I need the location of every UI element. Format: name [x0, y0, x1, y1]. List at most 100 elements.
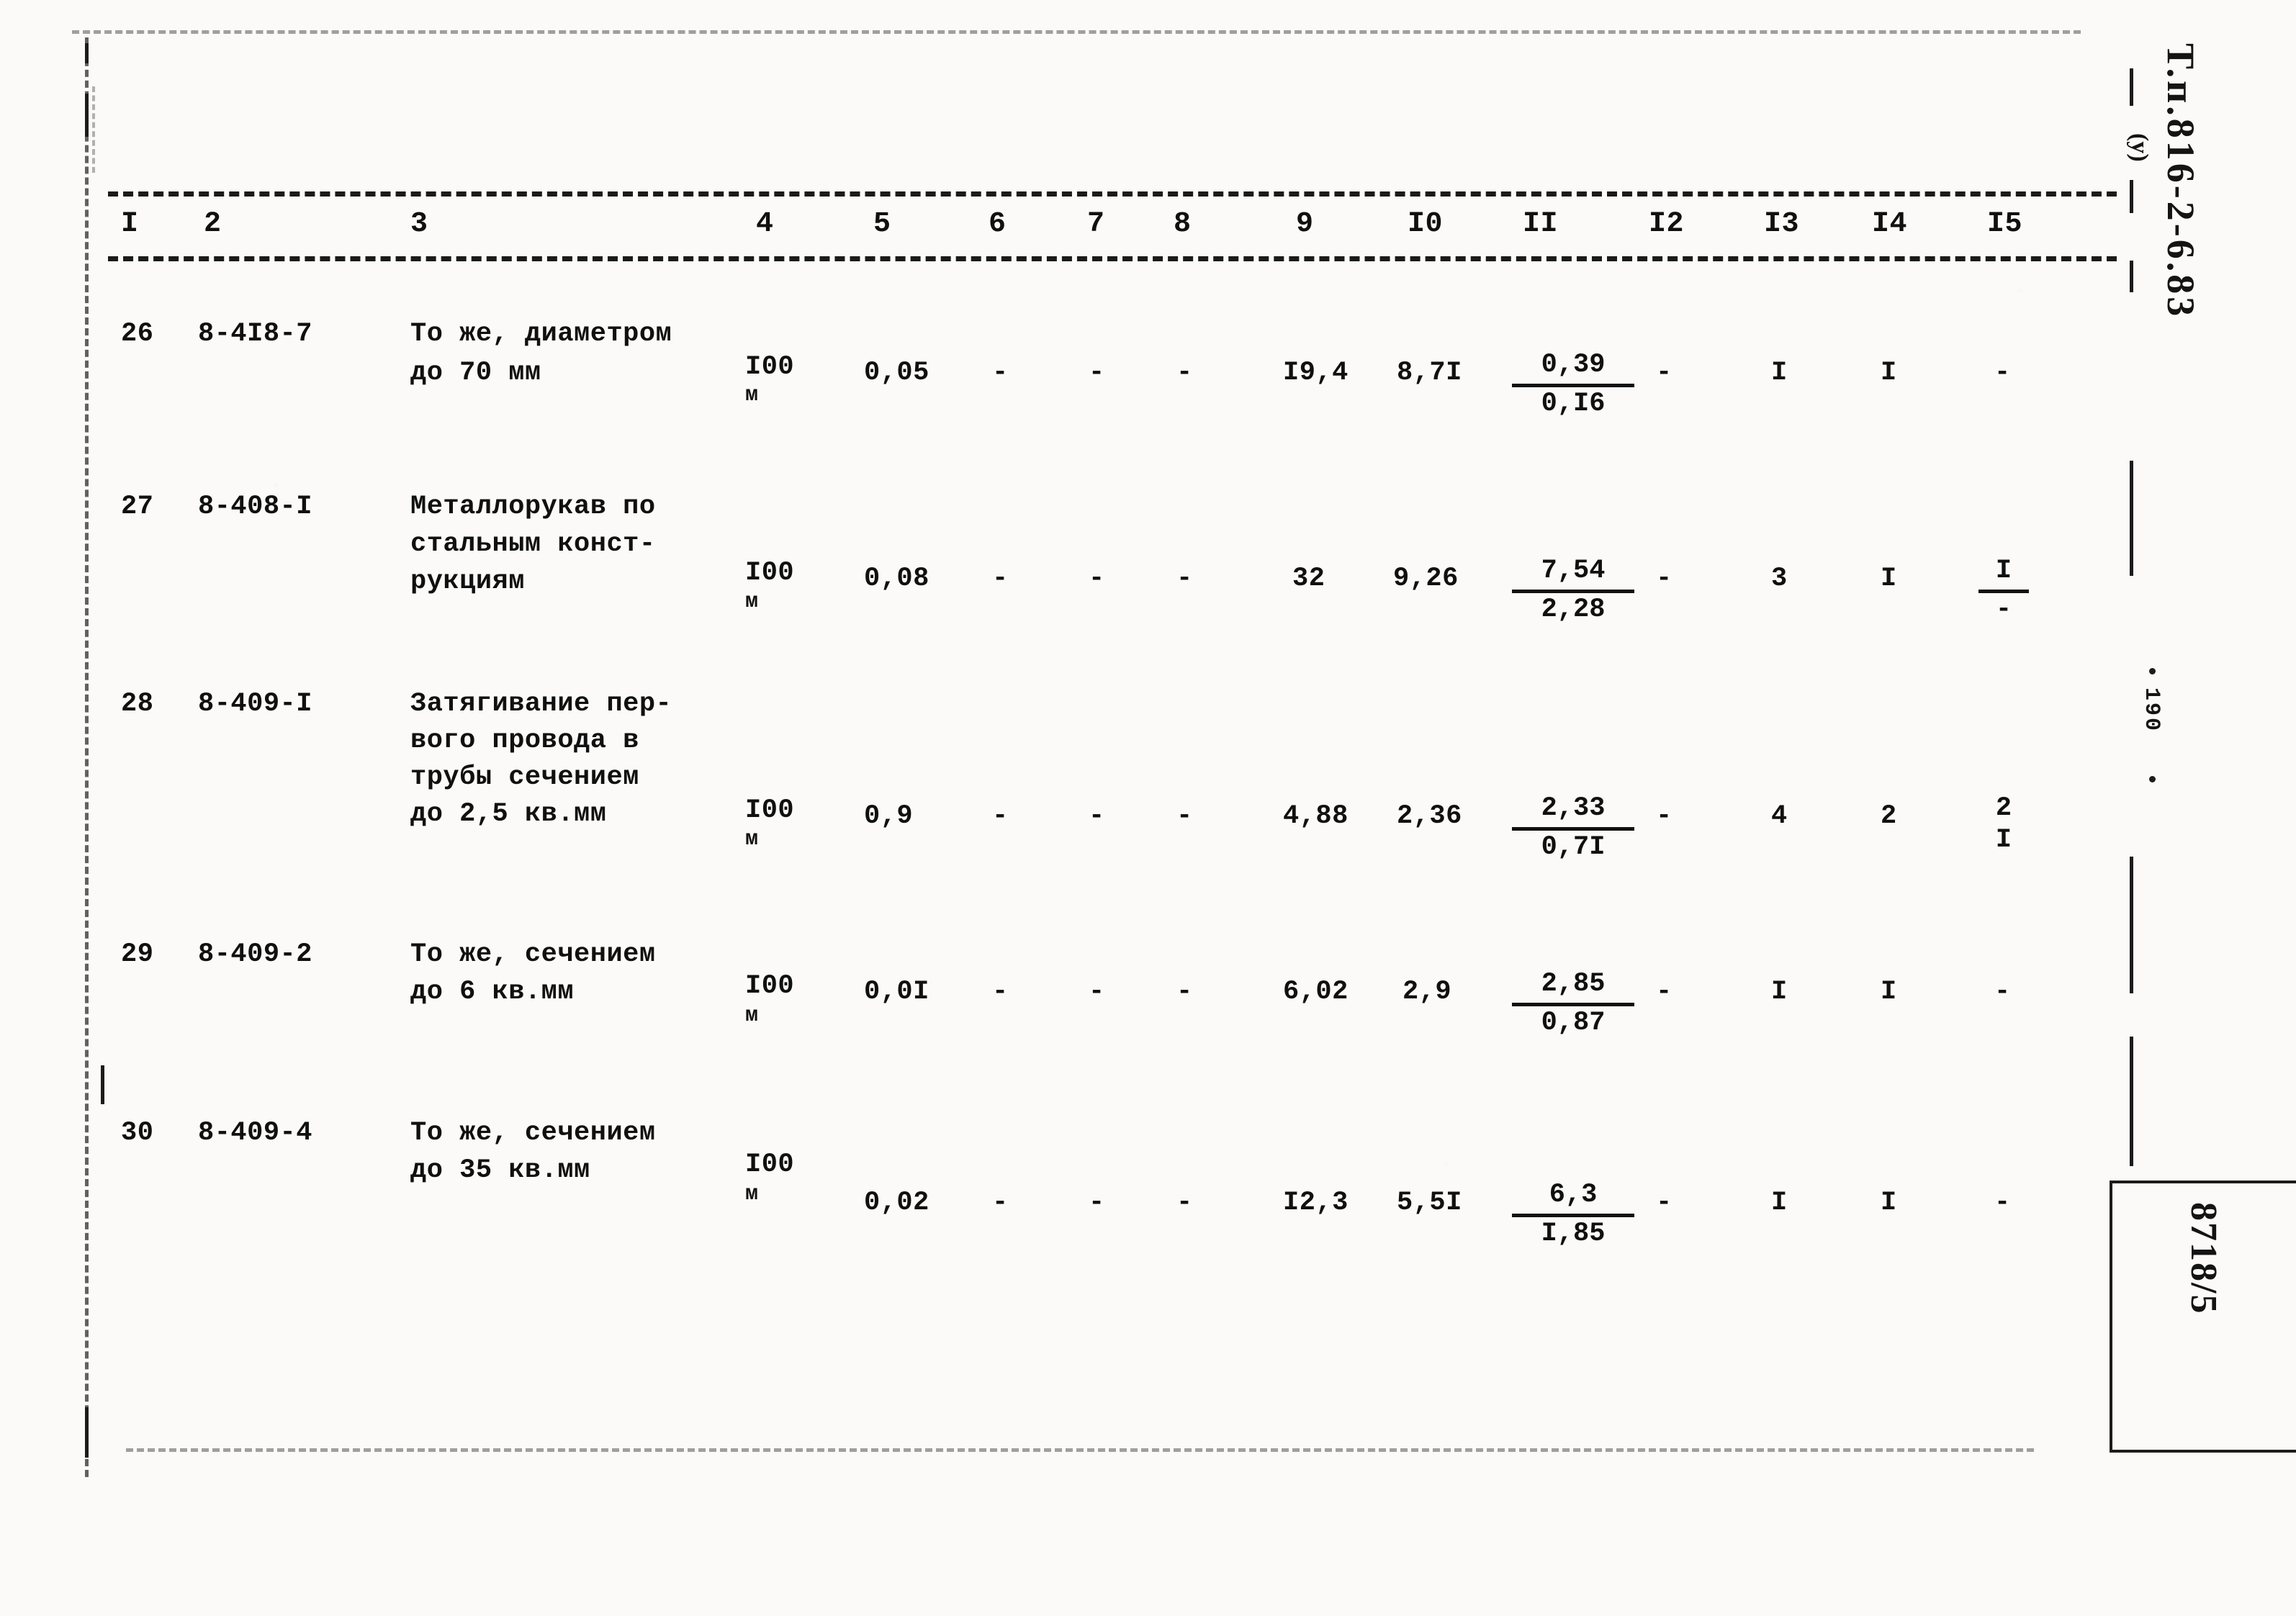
row-unit-line: м — [745, 383, 759, 407]
column-header-12: I2 — [1649, 208, 1685, 240]
row-value-c11-fraction: 2,85 0,87 — [1512, 969, 1634, 1039]
bottom-rule — [126, 1448, 2034, 1452]
row-description-line: до 2,5 кв.мм — [410, 799, 607, 829]
fraction-numerator: 2 — [1995, 793, 2012, 823]
row-value-c14: 2 — [1881, 801, 1897, 831]
row-code: 8-409-2 — [198, 939, 312, 970]
row-value-c15: - — [1994, 358, 2011, 388]
row-value-c10: 8,7I — [1397, 358, 1462, 388]
fraction-bar — [1978, 589, 2029, 593]
left-edge-dash — [101, 1065, 104, 1104]
margin-tick — [2130, 857, 2133, 993]
row-description-line: трубы сечением — [410, 762, 639, 793]
left-border-rule — [85, 37, 89, 1477]
left-edge-dash — [85, 1407, 89, 1458]
row-unit-line: м — [745, 1182, 759, 1206]
row-value-c11-fraction: 2,33 0,7I — [1512, 793, 1634, 863]
row-unit-line: I00 — [745, 971, 795, 1001]
row-value-c15-fraction: 2 I — [1978, 793, 2029, 856]
row-value-c5: 0,05 — [864, 358, 929, 388]
row-value-c15: - — [1994, 977, 2011, 1007]
row-value-c10: 2,9 — [1403, 977, 1452, 1007]
top-edge-rule — [72, 30, 2081, 34]
row-value-c13: I — [1771, 977, 1788, 1007]
page-number-dot — [2149, 776, 2156, 782]
row-description-line: Затягивание пер- — [410, 689, 672, 719]
row-code: 8-4I8-7 — [198, 319, 312, 349]
page-number-dot — [2149, 668, 2156, 674]
row-value-c6: - — [992, 564, 1009, 594]
margin-doc-number: 8718/5 — [2183, 1202, 2224, 1315]
row-value-c6: - — [992, 358, 1009, 388]
row-description-line: до 35 кв.мм — [410, 1155, 590, 1186]
row-value-c8: - — [1176, 358, 1193, 388]
row-value-c13: I — [1771, 358, 1788, 388]
fraction-numerator: 0,39 — [1541, 350, 1606, 380]
row-value-c10: 9,26 — [1393, 564, 1459, 594]
row-unit-line: м — [745, 590, 759, 614]
left-outer-rule — [92, 86, 95, 173]
margin-project-code: Т.п.816-2-6.83 — [2159, 43, 2202, 320]
row-value-c5: 0,08 — [864, 564, 929, 594]
row-value-c10: 2,36 — [1397, 801, 1462, 831]
fraction-denominator: 0,87 — [1541, 1007, 1606, 1038]
row-value-c14: I — [1881, 564, 1897, 594]
row-value-c7: - — [1089, 801, 1105, 831]
row-value-c5: 0,02 — [864, 1188, 929, 1218]
fraction-bar — [1512, 826, 1634, 831]
row-value-c9: 4,88 — [1283, 801, 1349, 831]
row-description-line: до 6 кв.мм — [410, 977, 575, 1007]
row-value-c9: 32 — [1292, 564, 1325, 594]
row-value-c13: 4 — [1771, 801, 1788, 831]
row-description-line: вого провода в — [410, 726, 639, 756]
fraction-bar — [1512, 383, 1634, 387]
row-code: 8-408-I — [198, 492, 312, 522]
row-value-c7: - — [1089, 564, 1105, 594]
row-value-c11-fraction: 7,54 2,28 — [1512, 556, 1634, 626]
fraction-denominator: I,85 — [1541, 1218, 1606, 1249]
fraction-denominator: - — [1995, 594, 2012, 625]
row-value-c15-fraction: I - — [1978, 556, 2029, 626]
row-value-c8: - — [1176, 1188, 1193, 1218]
column-header-7: 7 — [1087, 208, 1105, 240]
margin-project-code-suffix: (у) — [2126, 133, 2153, 162]
fraction-denominator: 0,I6 — [1541, 388, 1606, 419]
margin-tick — [2130, 461, 2133, 576]
row-value-c5: 0,0I — [864, 977, 929, 1007]
table-row: 30 — [121, 1118, 154, 1148]
row-description-line: То же, сечением — [410, 939, 656, 970]
row-value-c8: - — [1176, 564, 1193, 594]
margin-tick — [2130, 1037, 2133, 1166]
column-header-10: I0 — [1408, 208, 1444, 240]
table-sheet: I 2 3 4 5 6 7 8 9 I0 II I2 I3 I4 I5 26 8… — [0, 0, 2296, 1616]
row-description-line: Металлорукав по — [410, 492, 656, 522]
margin-tick — [2130, 68, 2133, 106]
fraction-denominator: I — [1995, 824, 2012, 855]
fraction-numerator: 6,3 — [1549, 1180, 1598, 1210]
fraction-numerator: 2,33 — [1541, 793, 1606, 823]
row-value-c7: - — [1089, 358, 1105, 388]
margin-page-number: 190 — [2139, 687, 2164, 733]
left-edge-dash — [85, 94, 89, 137]
row-value-c11-fraction: 6,3 I,85 — [1512, 1180, 1634, 1250]
margin-tick — [2130, 180, 2133, 213]
row-value-c14: I — [1881, 358, 1897, 388]
column-header-11: II — [1523, 208, 1559, 240]
scanned-page: I 2 3 4 5 6 7 8 9 I0 II I2 I3 I4 I5 26 8… — [0, 0, 2296, 1616]
row-unit-line: м — [745, 827, 759, 852]
row-value-c12: - — [1656, 977, 1673, 1007]
left-edge-dash — [85, 43, 89, 63]
row-unit-line: I00 — [745, 1150, 795, 1180]
column-header-5: 5 — [873, 208, 891, 240]
row-value-c12: - — [1656, 801, 1673, 831]
column-header-15: I5 — [1987, 208, 2023, 240]
row-value-c12: - — [1656, 564, 1673, 594]
column-header-9: 9 — [1296, 208, 1314, 240]
fraction-bar — [1512, 1002, 1634, 1006]
column-header-8: 8 — [1174, 208, 1192, 240]
row-description-line: до 70 мм — [410, 358, 541, 388]
row-code: 8-409-4 — [198, 1118, 312, 1148]
fraction-numerator: 7,54 — [1541, 556, 1606, 586]
column-header-14: I4 — [1872, 208, 1908, 240]
row-value-c12: - — [1656, 1188, 1673, 1218]
